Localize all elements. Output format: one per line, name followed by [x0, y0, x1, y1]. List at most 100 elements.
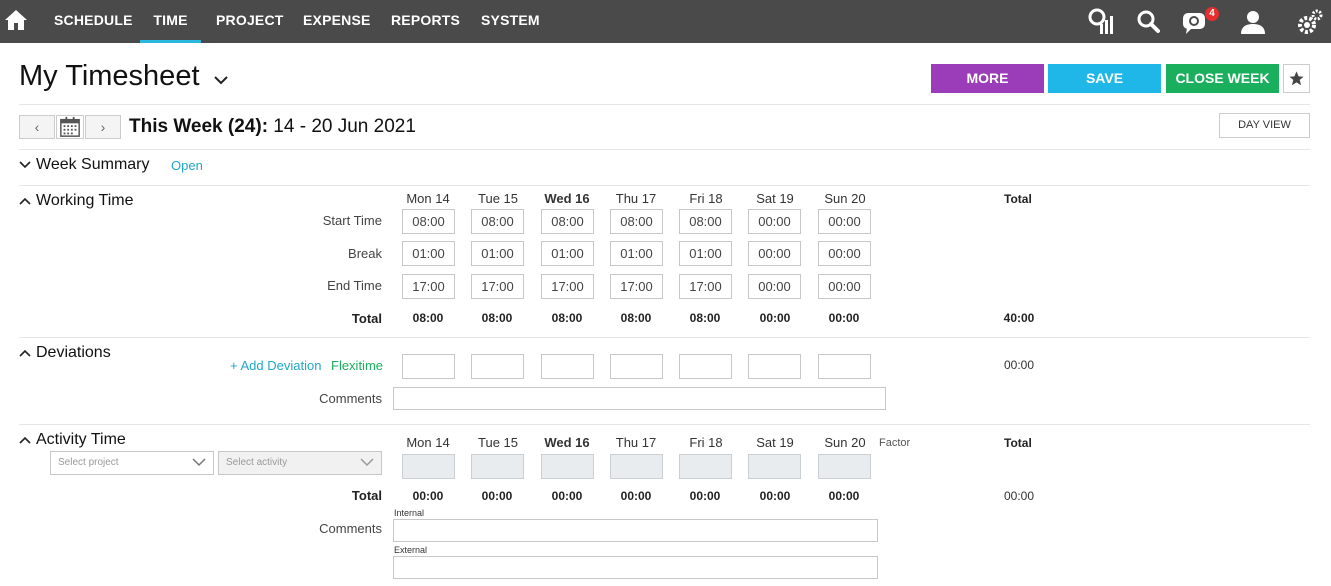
deviation-input[interactable]: [471, 354, 524, 379]
analytics-icon[interactable]: [1086, 7, 1116, 37]
nav-time[interactable]: TIME: [140, 0, 201, 43]
chevron-up-icon[interactable]: [19, 435, 31, 445]
deviation-input[interactable]: [748, 354, 801, 379]
working-time-title[interactable]: Working Time: [36, 192, 134, 210]
close-week-button[interactable]: CLOSE WEEK: [1166, 64, 1279, 93]
day-total: 00:00: [689, 489, 721, 503]
settings-icon[interactable]: [1295, 7, 1325, 37]
break-input[interactable]: 00:00: [818, 241, 871, 266]
activity-hours-input[interactable]: [679, 454, 732, 479]
nav-project[interactable]: PROJECT: [216, 0, 284, 43]
end-time-input[interactable]: 17:00: [541, 274, 594, 299]
end-time-input[interactable]: 17:00: [402, 274, 455, 299]
activity-hours-input[interactable]: [471, 454, 524, 479]
deviation-comments-label: Comments: [319, 391, 382, 406]
activity-hours-input[interactable]: [748, 454, 801, 479]
deviation-input[interactable]: [402, 354, 455, 379]
start-time-input[interactable]: 00:00: [818, 209, 871, 234]
week-range: 14 - 20 Jun 2021: [268, 116, 416, 137]
start-time-input[interactable]: 08:00: [679, 209, 732, 234]
deviations-title[interactable]: Deviations: [36, 344, 111, 362]
break-input[interactable]: 01:00: [541, 241, 594, 266]
deviation-input[interactable]: [610, 354, 663, 379]
deviation-total: 00:00: [1003, 358, 1035, 372]
deviation-input[interactable]: [818, 354, 871, 379]
chevron-down-icon[interactable]: [19, 160, 31, 170]
nav-system[interactable]: SYSTEM: [481, 0, 540, 43]
deviation-input[interactable]: [541, 354, 594, 379]
previous-week-button[interactable]: ‹: [19, 115, 55, 139]
start-time-input[interactable]: 00:00: [748, 209, 801, 234]
search-icon[interactable]: [1134, 7, 1164, 37]
row-label-total: Total: [351, 488, 382, 503]
end-time-input[interactable]: 00:00: [818, 274, 871, 299]
activity-select[interactable]: Select activity: [218, 451, 382, 475]
chevron-down-icon[interactable]: [213, 75, 229, 85]
break-input[interactable]: 01:00: [610, 241, 663, 266]
week-summary-title[interactable]: Week Summary: [36, 156, 150, 174]
day-view-button[interactable]: DAY VIEW: [1219, 113, 1310, 138]
save-button[interactable]: SAVE: [1048, 64, 1161, 93]
activity-comments-label: Comments: [319, 521, 382, 536]
divider: [19, 424, 1310, 425]
day-header-fri: Fri 18: [689, 435, 723, 450]
start-time-input[interactable]: 08:00: [541, 209, 594, 234]
deviation-comments-input[interactable]: [393, 387, 886, 410]
project-select[interactable]: Select project: [50, 451, 214, 475]
add-deviation-link[interactable]: + Add Deviation: [230, 358, 321, 373]
user-icon[interactable]: [1238, 7, 1268, 37]
activity-hours-input[interactable]: [541, 454, 594, 479]
factor-header: Factor: [879, 437, 911, 449]
row-label-total: Total: [351, 311, 382, 326]
day-total: 08:00: [620, 311, 652, 325]
chevron-down-icon: [360, 458, 374, 467]
day-header-sat: Sat 19: [756, 191, 794, 206]
notification-badge: 4: [1205, 7, 1219, 21]
calendar-button[interactable]: [56, 115, 84, 139]
break-input[interactable]: 01:00: [471, 241, 524, 266]
chevron-up-icon[interactable]: [19, 196, 31, 206]
start-time-input[interactable]: 08:00: [610, 209, 663, 234]
total-header: Total: [1004, 192, 1032, 206]
row-label-break: Break: [348, 246, 382, 261]
break-input[interactable]: 00:00: [748, 241, 801, 266]
next-week-button[interactable]: ›: [85, 115, 121, 139]
end-time-input[interactable]: 17:00: [610, 274, 663, 299]
more-button[interactable]: MORE: [931, 64, 1044, 93]
day-header-sun: Sun 20: [824, 435, 866, 450]
week-summary-open-link[interactable]: Open: [171, 158, 203, 173]
home-icon[interactable]: [4, 8, 28, 32]
internal-comment-input[interactable]: [393, 519, 878, 542]
start-time-input[interactable]: 08:00: [402, 209, 455, 234]
start-time-input[interactable]: 08:00: [471, 209, 524, 234]
day-header-wed: Wed 16: [544, 191, 590, 206]
activity-hours-input[interactable]: [818, 454, 871, 479]
deviation-input[interactable]: [679, 354, 732, 379]
favorite-button[interactable]: [1283, 64, 1310, 93]
day-total: 08:00: [551, 311, 583, 325]
nav-reports[interactable]: REPORTS: [391, 0, 460, 43]
divider: [19, 149, 1310, 150]
day-total: 00:00: [620, 489, 652, 503]
top-nav-bar: SCHEDULE TIME PROJECT EXPENSE REPORTS SY…: [0, 0, 1331, 43]
end-time-input[interactable]: 17:00: [679, 274, 732, 299]
activity-time-title[interactable]: Activity Time: [36, 431, 126, 449]
day-total: 08:00: [412, 311, 444, 325]
activity-hours-input[interactable]: [610, 454, 663, 479]
external-comment-input[interactable]: [393, 556, 878, 579]
activity-hours-input[interactable]: [402, 454, 455, 479]
divider: [19, 104, 1310, 105]
day-total: 00:00: [551, 489, 583, 503]
day-header-tue: Tue 15: [478, 191, 518, 206]
week-label: This Week (24): 14 - 20 Jun 2021: [129, 116, 416, 138]
week-grand-total: 40:00: [1003, 311, 1035, 325]
total-header: Total: [1004, 436, 1032, 450]
chevron-up-icon[interactable]: [19, 348, 31, 358]
end-time-input[interactable]: 00:00: [748, 274, 801, 299]
nav-expense[interactable]: EXPENSE: [303, 0, 371, 43]
end-time-input[interactable]: 17:00: [471, 274, 524, 299]
day-header-mon: Mon 14: [406, 191, 450, 206]
break-input[interactable]: 01:00: [402, 241, 455, 266]
break-input[interactable]: 01:00: [679, 241, 732, 266]
nav-schedule[interactable]: SCHEDULE: [54, 0, 133, 43]
